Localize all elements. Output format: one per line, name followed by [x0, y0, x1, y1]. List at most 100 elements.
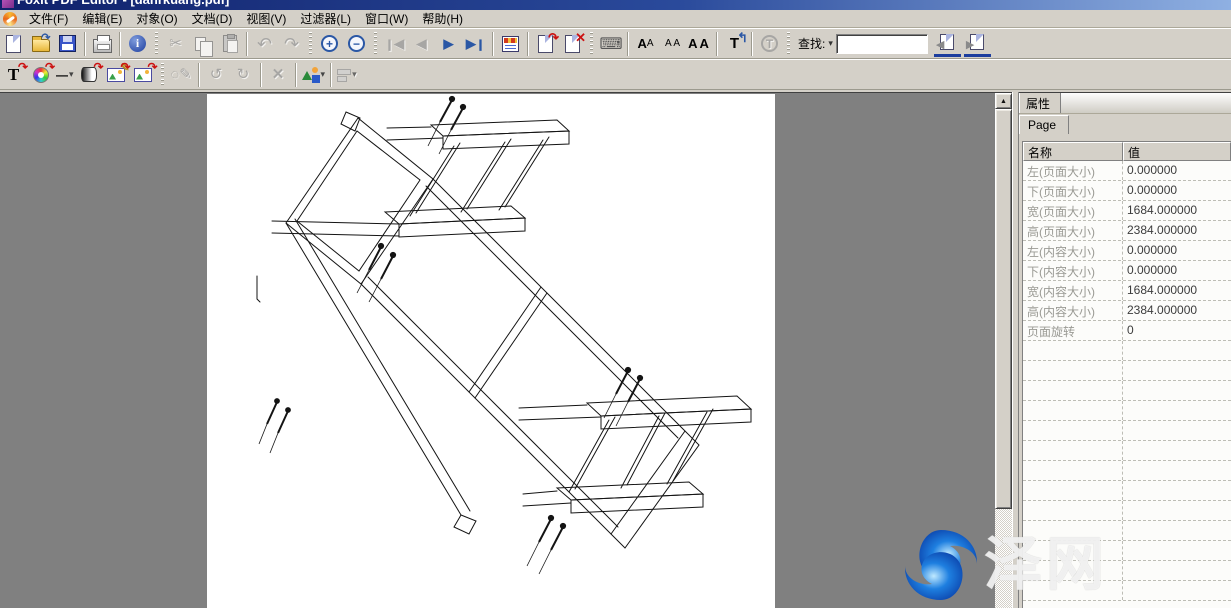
align-button[interactable]: ▾	[335, 62, 359, 88]
paste-button[interactable]	[216, 31, 243, 57]
find-previous-button[interactable]: ◀	[934, 31, 961, 57]
column-header-name[interactable]: 名称	[1023, 142, 1123, 161]
menu-file[interactable]: 文件(F)	[22, 8, 75, 29]
info-icon: i	[129, 35, 146, 52]
first-page-button[interactable]: ◀	[381, 31, 408, 57]
toolbar-grip[interactable]	[373, 32, 378, 56]
shapes-button[interactable]: ▾	[300, 62, 328, 88]
new-button[interactable]	[0, 31, 27, 57]
font-button[interactable]: AA	[632, 31, 659, 57]
line-style-button[interactable]: —▾	[54, 62, 76, 88]
separator	[198, 63, 200, 87]
empty-row	[1023, 381, 1231, 401]
next-page-icon: ▶	[444, 36, 454, 52]
separator	[627, 32, 629, 56]
zoom-out-button[interactable]: −	[343, 31, 370, 57]
empty-row	[1023, 581, 1231, 601]
empty-row	[1023, 461, 1231, 481]
toolbar-grip[interactable]	[160, 63, 165, 87]
column-header-value[interactable]: 值	[1123, 142, 1231, 161]
scroll-up-button[interactable]: ▲	[995, 93, 1012, 109]
menu-object[interactable]: 对象(O)	[129, 8, 184, 29]
first-page-icon: ◀	[385, 36, 404, 52]
find-input[interactable]	[836, 34, 928, 54]
keyboard-icon: ⌨	[599, 34, 621, 54]
find-dropdown-arrow-icon[interactable]: ▾	[828, 38, 833, 49]
empty-row	[1023, 341, 1231, 361]
property-row: 页面旋转0	[1023, 321, 1231, 341]
text-circle-icon: T	[761, 35, 778, 52]
tab-properties[interactable]: 属性	[1019, 93, 1061, 113]
tab-page[interactable]: Page	[1019, 115, 1069, 134]
empty-row	[1023, 441, 1231, 461]
undo-button[interactable]: ↶	[251, 31, 278, 57]
toolbar-grip[interactable]	[589, 32, 594, 56]
menu-edit[interactable]: 编辑(E)	[75, 8, 129, 29]
last-page-button[interactable]: ▶	[462, 31, 489, 57]
empty-row	[1023, 541, 1231, 561]
scroll-up-icon: ▲	[1000, 98, 1007, 105]
prev-page-button[interactable]: ◀	[408, 31, 435, 57]
pdf-page[interactable]	[207, 94, 775, 608]
property-row: 宽(页面大小)1684.000000	[1023, 201, 1231, 221]
toolbar-grip[interactable]	[308, 32, 313, 56]
delete-object-button[interactable]: ✕	[265, 62, 292, 88]
menu-document[interactable]: 文档(D)	[185, 8, 240, 29]
zoom-in-button[interactable]: +	[316, 31, 343, 57]
color-wheel-button[interactable]: ↷	[27, 62, 54, 88]
rotate-object-left-button[interactable]: ↺	[203, 62, 230, 88]
separator	[295, 63, 297, 87]
print-button[interactable]	[89, 31, 116, 57]
open-button[interactable]	[27, 31, 54, 57]
edit-image-button[interactable]: ✎↷	[103, 62, 130, 88]
cut-button[interactable]: ✂	[162, 31, 189, 57]
app-window-icon	[2, 0, 14, 8]
empty-row	[1023, 561, 1231, 581]
toolbar-grip[interactable]	[154, 32, 159, 56]
vertical-scrollbar[interactable]: ▲	[995, 92, 1012, 608]
panel-title-strip: 属性	[1019, 93, 1231, 114]
info-button[interactable]: i	[124, 31, 151, 57]
copy-button[interactable]	[189, 31, 216, 57]
find-next-button[interactable]: ▶	[964, 31, 991, 57]
text-mode-button[interactable]: T	[756, 31, 783, 57]
delete-x-icon: ✕	[575, 30, 586, 46]
rotate-page-button[interactable]: ↷	[532, 31, 559, 57]
add-text-button[interactable]: T↷	[0, 62, 27, 88]
menu-view[interactable]: 视图(V)	[239, 8, 293, 29]
page-properties-button[interactable]	[497, 31, 524, 57]
toolbar-grip[interactable]	[786, 32, 791, 56]
scrollbar-thumb[interactable]	[995, 109, 1012, 509]
keyboard-button[interactable]: ⌨	[597, 31, 624, 57]
separator	[716, 32, 718, 56]
menu-bar: 文件(F) 编辑(E) 对象(O) 文档(D) 视图(V) 过滤器(L) 窗口(…	[0, 10, 1231, 28]
shading-button[interactable]: ↷	[76, 62, 103, 88]
rotate-object-right-button[interactable]: ↻	[230, 62, 257, 88]
open-folder-icon	[32, 39, 50, 52]
menu-help[interactable]: 帮助(H)	[415, 8, 470, 29]
char-spacing-button[interactable]: A A	[659, 31, 686, 57]
panel-splitter[interactable]	[1012, 92, 1019, 608]
printer-icon	[93, 39, 112, 53]
page-drawing	[207, 94, 775, 608]
property-row: 宽(内容大小)1684.000000	[1023, 281, 1231, 301]
add-image-button[interactable]: ↷	[130, 62, 157, 88]
line-dropdown-icon: ▾	[69, 69, 74, 80]
separator	[751, 32, 753, 56]
font-icon: A	[637, 36, 646, 51]
document-canvas[interactable]	[0, 92, 995, 608]
save-button[interactable]	[54, 31, 81, 57]
menu-window[interactable]: 窗口(W)	[358, 8, 415, 29]
h-scale-button[interactable]: AA	[686, 31, 713, 57]
separator	[492, 32, 494, 56]
property-row: 下(内容大小)0.000000	[1023, 261, 1231, 281]
next-page-button[interactable]: ▶	[435, 31, 462, 57]
delete-page-button[interactable]: ✕	[559, 31, 586, 57]
menu-filter[interactable]: 过滤器(L)	[293, 8, 358, 29]
insert-text-button[interactable]: T↰	[721, 31, 748, 57]
empty-row	[1023, 481, 1231, 501]
select-tool-button[interactable]: ◌✎	[168, 62, 195, 88]
property-row: 下(页面大小)0.000000	[1023, 181, 1231, 201]
redo-button[interactable]: ↷	[278, 31, 305, 57]
delete-object-icon: ✕	[272, 67, 285, 82]
